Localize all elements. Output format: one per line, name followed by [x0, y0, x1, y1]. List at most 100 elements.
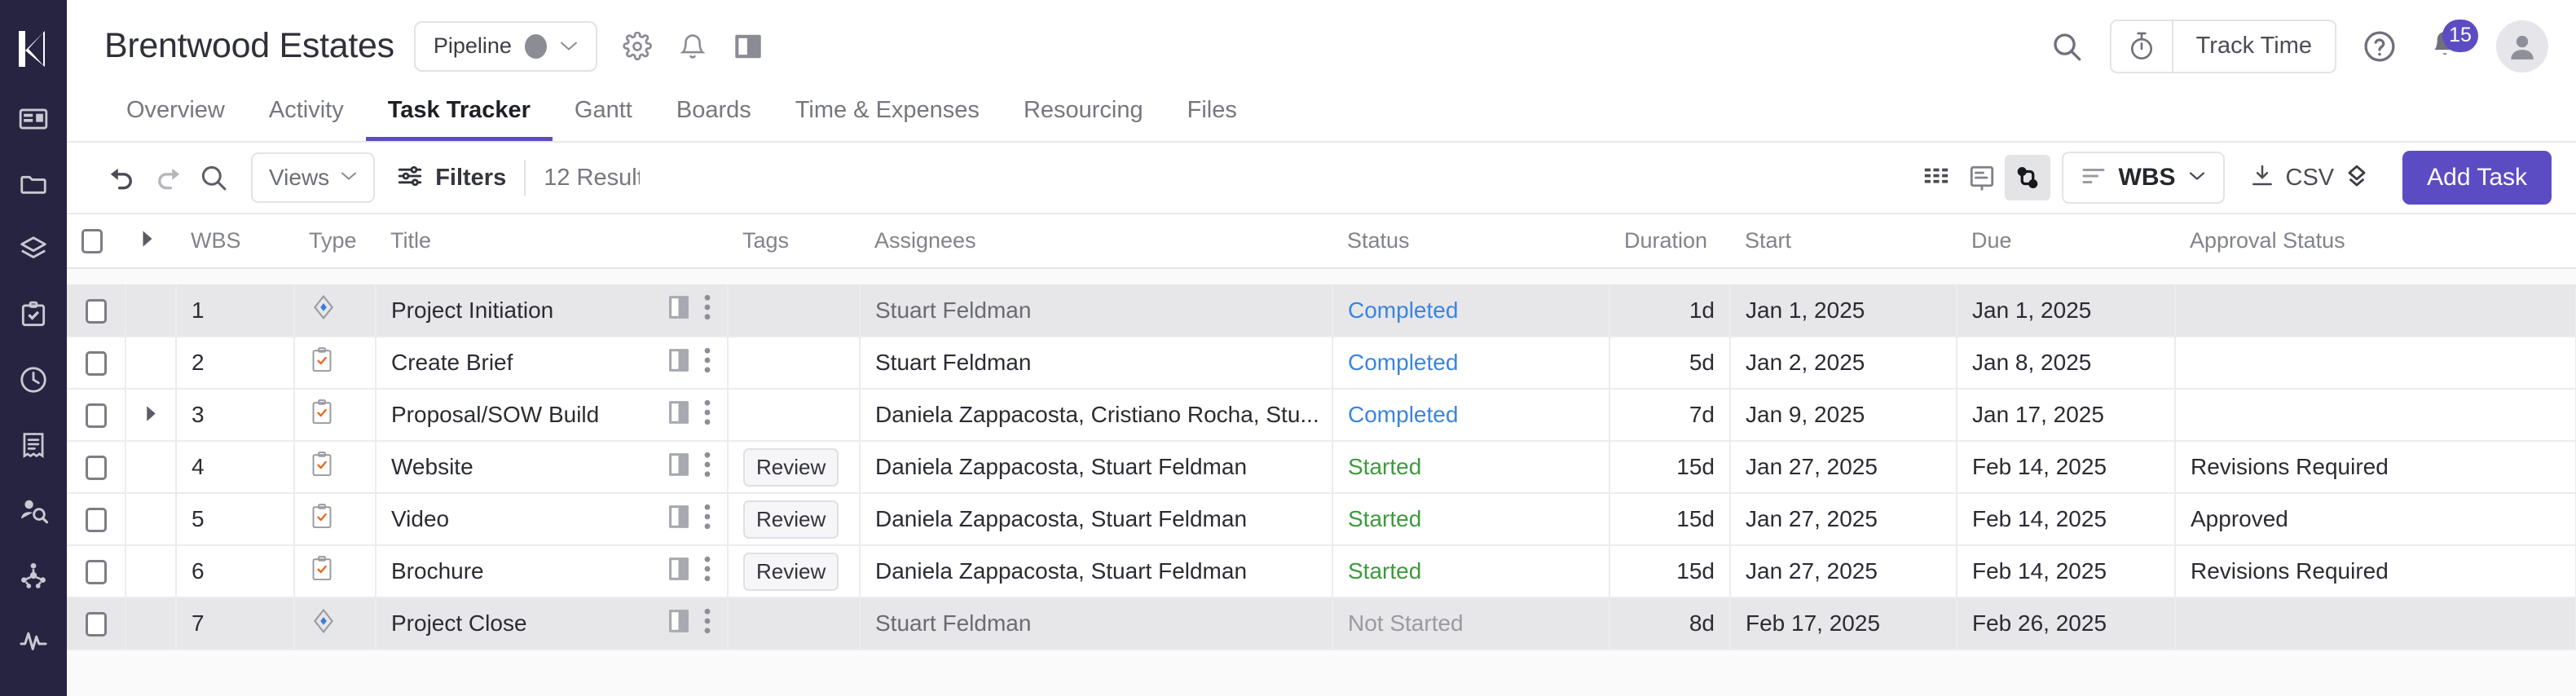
tab-resourcing[interactable]: Resourcing: [1002, 97, 1165, 141]
cell-status[interactable]: Completed: [1332, 284, 1609, 337]
cell-start-date[interactable]: Jan 9, 2025: [1730, 389, 1957, 441]
row-checkbox[interactable]: [86, 299, 107, 324]
cell-tags[interactable]: Review: [728, 493, 860, 545]
tab-activity[interactable]: Activity: [247, 97, 366, 141]
cell-start-date[interactable]: Jan 2, 2025: [1730, 337, 1957, 389]
cell-status[interactable]: Not Started: [1332, 597, 1609, 650]
table-row[interactable]: 3Proposal/SOW BuildDaniela Zappacosta, C…: [67, 389, 2576, 441]
export-csv-button[interactable]: CSV: [2249, 163, 2335, 193]
cell-status[interactable]: Completed: [1332, 337, 1609, 389]
row-select-cell[interactable]: [67, 441, 125, 493]
sidebar-item-insights[interactable]: [0, 543, 67, 608]
help-circle-icon[interactable]: [2361, 28, 2398, 65]
cell-status[interactable]: Started: [1332, 545, 1609, 597]
cell-assignees[interactable]: Daniela Zappacosta, Stuart Feldman: [860, 545, 1332, 597]
row-select-cell[interactable]: [67, 337, 125, 389]
cell-tags[interactable]: [728, 389, 860, 441]
cell-status[interactable]: Started: [1332, 441, 1609, 493]
row-select-cell[interactable]: [67, 284, 125, 337]
table-row[interactable]: 2Create BriefStuart FeldmanCompleted5dJa…: [67, 337, 2576, 389]
cell-assignees[interactable]: Daniela Zappacosta, Stuart Feldman: [860, 493, 1332, 545]
column-header-due[interactable]: Due: [1957, 214, 2175, 268]
row-menu-kebab-icon[interactable]: [702, 451, 712, 484]
column-header-tags[interactable]: Tags: [728, 214, 860, 268]
cell-title[interactable]: Project Initiation: [376, 284, 728, 337]
cell-tags[interactable]: [728, 597, 860, 650]
gear-icon[interactable]: [619, 28, 656, 65]
undo-icon[interactable]: [99, 155, 145, 200]
cell-due-date[interactable]: Feb 26, 2025: [1957, 597, 2175, 650]
tab-task-tracker[interactable]: Task Tracker: [366, 97, 553, 141]
cell-start-date[interactable]: Jan 27, 2025: [1730, 441, 1957, 493]
tab-time-expenses[interactable]: Time & Expenses: [773, 97, 1002, 141]
column-header-approval[interactable]: Approval Status: [2175, 214, 2576, 268]
open-panel-icon[interactable]: [668, 609, 689, 639]
open-panel-icon[interactable]: [668, 348, 689, 378]
cell-duration[interactable]: 5d: [1609, 337, 1730, 389]
cell-tags[interactable]: Review: [728, 441, 860, 493]
cell-duration[interactable]: 1d: [1609, 284, 1730, 337]
expand-triangle-icon[interactable]: [144, 402, 158, 427]
cell-due-date[interactable]: Feb 14, 2025: [1957, 441, 2175, 493]
track-time-button[interactable]: Track Time: [2110, 20, 2336, 73]
card-layout-icon[interactable]: [1959, 155, 2005, 200]
row-checkbox[interactable]: [86, 403, 107, 428]
task-table-container[interactable]: WBS Type Title Tags Assignees Status Dur…: [67, 214, 2576, 696]
cell-start-date[interactable]: Jan 1, 2025: [1730, 284, 1957, 337]
row-menu-kebab-icon[interactable]: [702, 607, 712, 641]
cell-tags[interactable]: Review: [728, 545, 860, 597]
cell-assignees[interactable]: Daniela Zappacosta, Stuart Feldman: [860, 441, 1332, 493]
row-checkbox[interactable]: [86, 612, 107, 637]
search-icon[interactable]: [2048, 28, 2085, 65]
cell-duration[interactable]: 15d: [1609, 545, 1730, 597]
bell-icon[interactable]: [674, 28, 711, 65]
filters-button[interactable]: Filters: [396, 162, 506, 194]
column-header-title[interactable]: Title: [376, 214, 728, 268]
sidebar-item-projects[interactable]: [0, 152, 67, 217]
cell-status[interactable]: Started: [1332, 493, 1609, 545]
row-expander-cell[interactable]: [125, 389, 176, 441]
cell-approval-status[interactable]: Approved: [2175, 493, 2576, 545]
sidebar-item-analytics[interactable]: [0, 608, 67, 673]
table-row[interactable]: 5VideoReviewDaniela Zappacosta, Stuart F…: [67, 493, 2576, 545]
cell-due-date[interactable]: Feb 14, 2025: [1957, 545, 2175, 597]
cell-title[interactable]: Proposal/SOW Build: [376, 389, 728, 441]
column-header-start[interactable]: Start: [1730, 214, 1957, 268]
cell-title[interactable]: Brochure: [376, 545, 728, 597]
cell-assignees[interactable]: Stuart Feldman: [860, 597, 1332, 650]
tab-overview[interactable]: Overview: [104, 97, 247, 141]
column-header-assignees[interactable]: Assignees: [860, 214, 1332, 268]
tag-chip[interactable]: Review: [743, 500, 839, 539]
cell-due-date[interactable]: Jan 1, 2025: [1957, 284, 2175, 337]
views-dropdown[interactable]: Views: [251, 152, 375, 203]
toolbar-search-icon[interactable]: [191, 155, 236, 200]
panel-toggle-icon[interactable]: [729, 28, 767, 65]
row-menu-kebab-icon[interactable]: [702, 503, 712, 536]
cell-approval-status[interactable]: Revisions Required: [2175, 545, 2576, 597]
app-logo[interactable]: [0, 11, 67, 86]
wbs-sort-dropdown[interactable]: WBS: [2062, 152, 2225, 204]
row-checkbox[interactable]: [86, 351, 107, 376]
avatar[interactable]: [2496, 20, 2548, 73]
column-header-type[interactable]: Type: [294, 214, 376, 268]
table-row[interactable]: 4WebsiteReviewDaniela Zappacosta, Stuart…: [67, 441, 2576, 493]
tab-files[interactable]: Files: [1165, 97, 1259, 141]
cell-assignees[interactable]: Stuart Feldman: [860, 284, 1332, 337]
row-menu-kebab-icon[interactable]: [702, 399, 712, 432]
cell-status[interactable]: Completed: [1332, 389, 1609, 441]
notifications-button[interactable]: 15: [2423, 24, 2467, 68]
cell-assignees[interactable]: Stuart Feldman: [860, 337, 1332, 389]
sidebar-item-expenses[interactable]: [0, 412, 67, 478]
dependency-link-icon[interactable]: [2005, 155, 2050, 200]
expand-all-header[interactable]: [125, 214, 176, 268]
sidebar-item-time[interactable]: [0, 347, 67, 412]
sidebar-item-resourcing[interactable]: [0, 478, 67, 543]
cell-start-date[interactable]: Jan 27, 2025: [1730, 493, 1957, 545]
cell-approval-status[interactable]: [2175, 337, 2576, 389]
open-panel-icon[interactable]: [668, 557, 689, 587]
redo-icon[interactable]: [145, 155, 191, 200]
select-all-checkbox[interactable]: [81, 229, 103, 253]
cell-approval-status[interactable]: [2175, 389, 2576, 441]
select-all-header[interactable]: [67, 214, 125, 268]
cell-due-date[interactable]: Jan 8, 2025: [1957, 337, 2175, 389]
